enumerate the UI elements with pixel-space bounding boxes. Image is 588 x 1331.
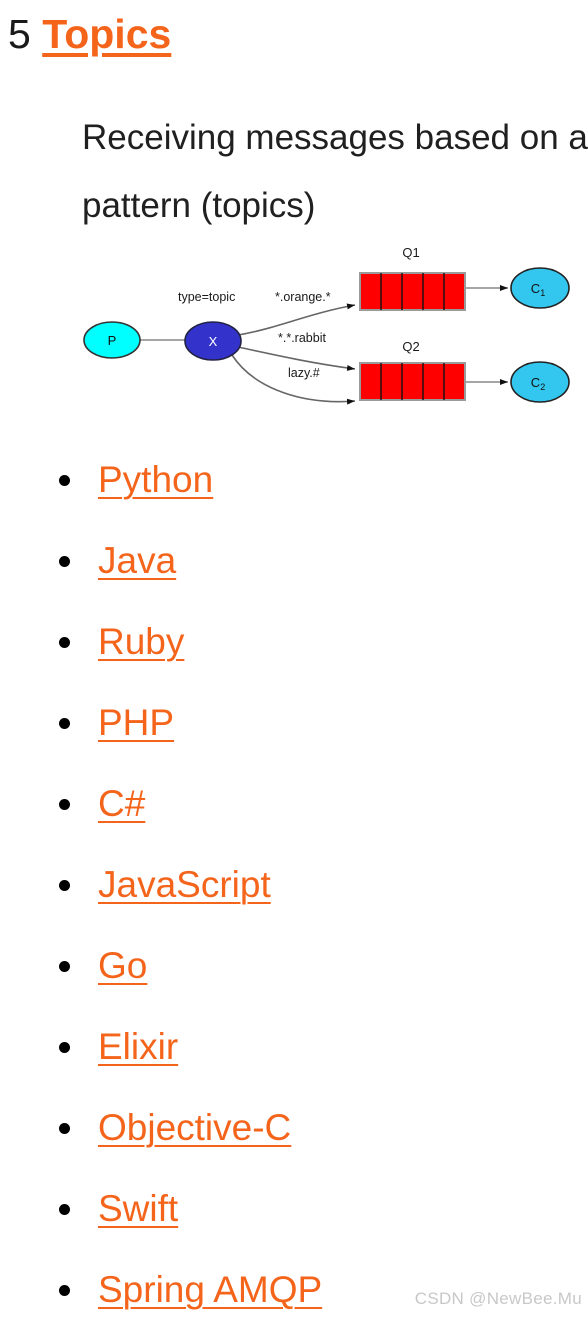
exchange-node: X — [184, 321, 242, 361]
bullet-icon — [59, 880, 70, 891]
queue-1-label: Q1 — [402, 245, 419, 260]
queue-2-label: Q2 — [402, 339, 419, 354]
list-item: Python — [0, 440, 588, 521]
bullet-icon — [59, 799, 70, 810]
bullet-icon — [59, 556, 70, 567]
list-item: JavaScript — [0, 845, 588, 926]
binding-key-1-label: *.*.rabbit — [278, 331, 326, 345]
topic-link-ruby[interactable]: Ruby — [98, 620, 184, 664]
topic-link-csharp[interactable]: C# — [98, 782, 145, 826]
page-subtitle: Receiving messages based on a pattern (t… — [82, 118, 588, 225]
consumer-2-node: C2 — [510, 361, 570, 403]
list-item: C# — [0, 764, 588, 845]
topic-link-javascript[interactable]: JavaScript — [98, 863, 271, 907]
list-item: Swift — [0, 1169, 588, 1250]
list-item: Java — [0, 521, 588, 602]
consumer-1-node: C1 — [510, 267, 570, 309]
topic-link-php[interactable]: PHP — [98, 701, 174, 745]
list-item: PHP — [0, 683, 588, 764]
topic-link-swift[interactable]: Swift — [98, 1187, 178, 1231]
list-item: Go — [0, 926, 588, 1007]
queue-1: Q1 — [359, 245, 466, 311]
bullet-icon — [59, 1042, 70, 1053]
list-item: Ruby — [0, 602, 588, 683]
producer-node: P — [83, 321, 141, 359]
topic-link-python[interactable]: Python — [98, 458, 213, 502]
bullet-icon — [59, 718, 70, 729]
exchange-type-label: type=topic — [178, 290, 235, 304]
list-item: Objective-C — [0, 1088, 588, 1169]
binding-key-0-label: *.orange.* — [275, 290, 331, 304]
bullet-icon — [59, 1285, 70, 1296]
topic-link-elixir[interactable]: Elixir — [98, 1025, 178, 1069]
bullet-icon — [59, 637, 70, 648]
bullet-icon — [59, 961, 70, 972]
page-title-link[interactable]: Topics — [42, 11, 171, 57]
topic-link-go[interactable]: Go — [98, 944, 147, 988]
bullet-icon — [59, 475, 70, 486]
bullet-icon — [59, 1123, 70, 1134]
topic-link-spring-amqp[interactable]: Spring AMQP — [98, 1268, 322, 1312]
binding-key-2-label: lazy.# — [288, 366, 320, 380]
producer-label: P — [108, 333, 117, 348]
page-title: 5 Topics — [8, 10, 171, 58]
list-item: Elixir — [0, 1007, 588, 1088]
queue-2: Q2 — [359, 339, 466, 401]
page-title-number: 5 — [8, 11, 31, 57]
exchange-label: X — [209, 334, 218, 349]
topic-exchange-diagram: P X type=topic *.orange.* *.*.rabbit laz… — [60, 235, 588, 420]
watermark: CSDN @NewBee.Mu — [414, 1289, 582, 1308]
topic-link-objective-c[interactable]: Objective-C — [98, 1106, 291, 1150]
topic-link-list: Python Java Ruby PHP C# JavaScript Go El… — [0, 440, 588, 1331]
bullet-icon — [59, 1204, 70, 1215]
topic-link-java[interactable]: Java — [98, 539, 176, 583]
